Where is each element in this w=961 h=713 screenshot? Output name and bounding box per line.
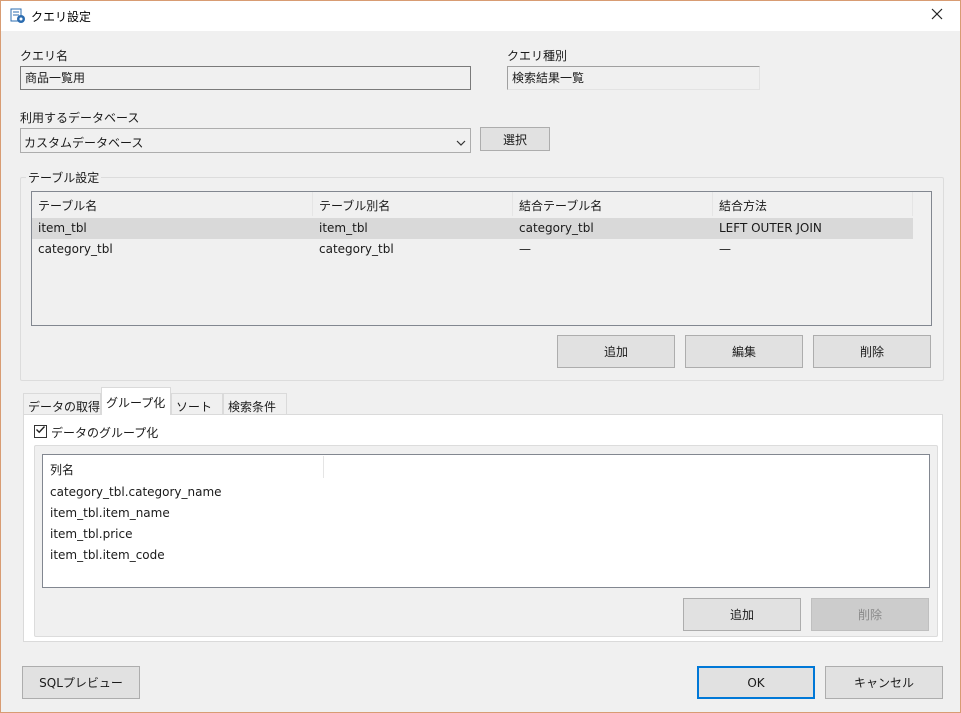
chevron-down-icon (456, 136, 466, 150)
close-button[interactable] (914, 1, 960, 31)
sql-preview-button[interactable]: SQLプレビュー (22, 666, 140, 699)
title-bar: クエリ設定 (1, 1, 960, 31)
check-icon (35, 424, 46, 439)
database-label: 利用するデータベース (20, 111, 140, 125)
cancel-button[interactable]: キャンセル (825, 666, 943, 699)
table-alias-cell: category_tbl (319, 242, 394, 256)
tab-search-conditions[interactable]: 検索条件 (223, 393, 287, 415)
query-settings-icon (10, 8, 26, 24)
table-name-cell: category_tbl (38, 242, 113, 256)
grouping-checkbox-label[interactable]: データのグループ化 (51, 424, 158, 441)
ok-button[interactable]: OK (697, 666, 815, 699)
column-name-header[interactable]: 列名 (50, 461, 74, 478)
window-title: クエリ設定 (31, 10, 92, 24)
list-item[interactable]: category_tbl.category_name (44, 482, 228, 503)
table-list-header: テーブル名 テーブル別名 結合テーブル名 結合方法 (32, 192, 913, 216)
column-header-join-table[interactable]: 結合テーブル名 (513, 192, 713, 216)
query-name-input[interactable]: 商品一覧用 (20, 66, 471, 90)
table-settings-list[interactable]: テーブル名 テーブル別名 結合テーブル名 結合方法 item_tbl item_… (31, 191, 932, 326)
add-table-button[interactable]: 追加 (557, 335, 675, 368)
join-table-cell: — (519, 242, 531, 256)
table-row[interactable]: category_tbl category_tbl — — (32, 239, 913, 260)
grouping-tab-panel: データのグループ化 列名 category_tbl.category_name … (23, 414, 943, 642)
query-name-label: クエリ名 (20, 49, 69, 63)
list-item[interactable]: item_tbl.price (44, 524, 138, 545)
grouping-inner-panel: 列名 category_tbl.category_name item_tbl.i… (34, 445, 938, 637)
tab-grouping[interactable]: グループ化 (101, 387, 171, 415)
tab-data-fetch[interactable]: データの取得 (23, 393, 101, 415)
grouping-checkbox[interactable] (34, 425, 47, 438)
column-header-table-alias[interactable]: テーブル別名 (313, 192, 513, 216)
column-header-table-name[interactable]: テーブル名 (32, 192, 313, 216)
join-method-cell: — (719, 242, 731, 256)
add-grouping-button[interactable]: 追加 (683, 598, 801, 631)
delete-grouping-button[interactable]: 削除 (811, 598, 929, 631)
join-method-cell: LEFT OUTER JOIN (719, 221, 822, 235)
grouping-column-list[interactable]: 列名 category_tbl.category_name item_tbl.i… (42, 454, 930, 588)
list-item[interactable]: item_tbl.item_code (44, 545, 171, 566)
list-item[interactable]: item_tbl.item_name (44, 503, 176, 524)
query-type-label: クエリ種別 (507, 49, 568, 63)
table-settings-title: テーブル設定 (26, 169, 102, 186)
tab-sort[interactable]: ソート (171, 393, 223, 415)
edit-table-button[interactable]: 編集 (685, 335, 803, 368)
delete-table-button[interactable]: 削除 (813, 335, 931, 368)
database-selected-value: カスタムデータベース (24, 136, 144, 150)
database-select[interactable]: カスタムデータベース (20, 128, 471, 153)
dialog-window: クエリ設定 クエリ名 商品一覧用 クエリ種別 検索結果一覧 利用するデータベース… (0, 0, 961, 713)
table-alias-cell: item_tbl (319, 221, 368, 235)
table-row[interactable]: item_tbl item_tbl category_tbl LEFT OUTE… (32, 218, 913, 239)
header-divider (323, 456, 324, 478)
join-table-cell: category_tbl (519, 221, 594, 235)
column-header-join-method[interactable]: 結合方法 (713, 192, 913, 216)
query-type-value: 検索結果一覧 (507, 66, 760, 90)
table-name-cell: item_tbl (38, 221, 87, 235)
dialog-body: クエリ名 商品一覧用 クエリ種別 検索結果一覧 利用するデータベース カスタムデ… (1, 31, 960, 712)
select-database-button[interactable]: 選択 (480, 127, 550, 151)
close-icon (931, 8, 943, 24)
